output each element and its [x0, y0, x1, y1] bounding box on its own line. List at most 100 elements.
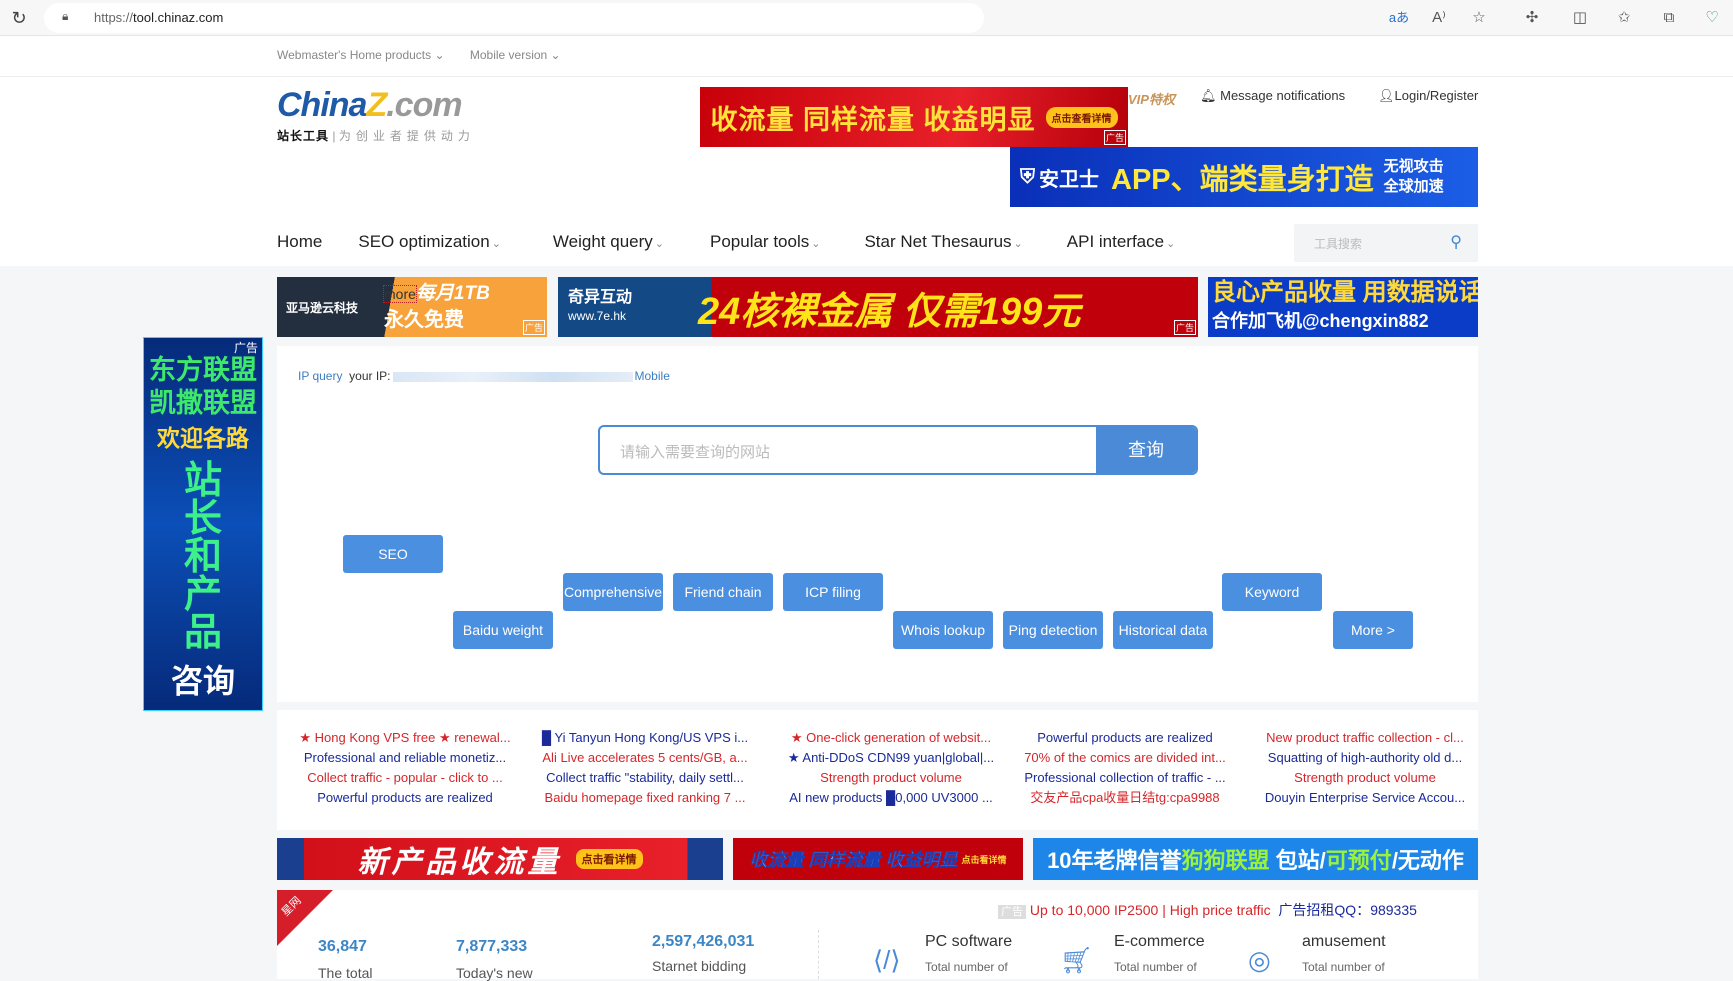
text-ad-link[interactable]: Collect traffic "stability, daily settl.… — [530, 768, 760, 788]
ad-banner-gougou[interactable]: 10年老牌信誉狗狗联盟 包站/可预付/无动作 — [1033, 838, 1478, 880]
tool-ping-detection-button[interactable]: Ping detection — [1003, 611, 1103, 649]
text-ad-link[interactable]: New product traffic collection - cl... — [1250, 728, 1480, 748]
ip-mobile: Mobile — [634, 369, 670, 383]
search-icon[interactable]: ⚲ — [1450, 232, 1462, 252]
text-ad-link[interactable]: Collect traffic - popular - click to ... — [290, 768, 520, 788]
tool-friend-chain-button[interactable]: Friend chain — [673, 573, 773, 611]
stat-today-new-value: 7,877,333 — [456, 938, 528, 955]
ad-side-vertical-text: 站长和产品 — [183, 460, 222, 654]
text-ad-link[interactable]: █ Yi Tanyun Hong Kong/US VPS i... — [530, 728, 760, 748]
nav-popular-tools[interactable]: Popular tools ⌄ — [710, 232, 820, 252]
ad-label: 广告 — [1173, 320, 1196, 335]
ad-anweishi-side: 无视攻击 全球加速 — [1384, 157, 1444, 197]
browser-health-icon[interactable]: ♡ — [1700, 6, 1724, 30]
reload-icon[interactable]: ↻ — [8, 7, 30, 29]
ad-qiyi-url: www.7e.hk — [568, 309, 627, 323]
site-query-input[interactable]: 请输入需要查询的网站 查询 — [598, 425, 1198, 475]
text-ads-column: ★ One-click generation of websit... ★ Ant… — [776, 728, 1006, 808]
nav-star-net-thesaurus[interactable]: Star Net Thesaurus ⌄ — [864, 232, 1022, 252]
address-bar[interactable]: 🔒︎ https://tool.chinaz.com — [44, 3, 984, 33]
ad-gougou-d: 可预付 — [1325, 848, 1392, 873]
collections-icon[interactable]: ⧉ — [1657, 6, 1681, 30]
ad-liangxin[interactable]: 良心产品收量 用数据说话 合作加飞机@chengxin882 — [1208, 277, 1478, 337]
favorite-star-icon[interactable]: ☆ — [1467, 6, 1491, 30]
text-ad-link[interactable]: Baidu homepage fixed ranking 7 ... — [530, 788, 760, 808]
category-pc-software[interactable]: PC software — [925, 933, 1012, 951]
extensions-icon[interactable]: ✣ — [1520, 6, 1544, 30]
stat-total-value: 36,847 — [318, 938, 367, 955]
text-ad-link[interactable]: Professional and reliable monetiz... — [290, 748, 520, 768]
text-ad-link[interactable]: 交友产品cpa收量日结tg:cpa9988 — [1010, 788, 1240, 808]
text-ad-link[interactable]: Powerful products are realized — [290, 788, 520, 808]
tool-search-input[interactable]: 工具搜索 ⚲ — [1294, 224, 1478, 262]
ad-banner-traffic[interactable]: 收流量 同样流量 收益明显 点击查看详情 广告 — [700, 87, 1128, 147]
ad-banner-traffic-2[interactable]: 收流量 同样流量 收益明显 点击看详情 — [733, 838, 1023, 880]
chevron-down-icon: ⌄ — [1013, 238, 1023, 250]
category-amusement[interactable]: amusement — [1302, 933, 1386, 951]
login-register[interactable]: 👤︎Login/Register — [1378, 88, 1478, 104]
ad-banner-new-product[interactable]: 新产品收流量 点击看详情 — [277, 838, 723, 880]
read-aloud-icon[interactable]: A⁾ — [1427, 6, 1451, 30]
stats-ad-line[interactable]: 广告 Up to 10,000 IP2500 | High price traf… — [998, 900, 1417, 920]
nav-seo-optimization[interactable]: SEO optimization ⌄ — [358, 232, 501, 252]
ip-address-redacted — [392, 371, 633, 382]
tool-seo-button[interactable]: SEO — [343, 535, 443, 573]
text-ad-link[interactable]: Strength product volume — [1250, 768, 1480, 788]
text-ad-link[interactable]: AI new products █0,000 UV3000 ... — [776, 788, 1006, 808]
ad-qiyi-hudong[interactable]: 奇异互动 www.7e.hk 24核裸金属 仅需199元 广告 — [558, 277, 1198, 337]
message-notifications[interactable]: 🔔︎ Message notifications — [1200, 88, 1345, 104]
tool-more-button[interactable]: More > — [1333, 611, 1413, 649]
mobile-version-menu[interactable]: Mobile version ⌄ — [470, 48, 561, 62]
tool-search-placeholder: 工具搜索 — [1314, 237, 1363, 251]
favorites-icon[interactable]: ✩ — [1612, 6, 1636, 30]
products-menu[interactable]: Webmaster's Home products ⌄ — [277, 48, 445, 62]
text-ad-link[interactable]: Professional collection of traffic - ... — [1010, 768, 1240, 788]
logo-z: Z — [366, 86, 387, 124]
ad-anweishi-text: APP、端类量身打造 — [1111, 164, 1374, 196]
ad-amazon-more[interactable]: more — [383, 285, 417, 303]
logo-sep: | — [329, 129, 339, 143]
text-ad-link[interactable]: Squatting of high-authority old d... — [1250, 748, 1480, 768]
ad-gougou-text: 10年老牌信誉狗狗联盟 包站/可预付/无动作 — [1047, 843, 1464, 875]
tool-baidu-weight-button[interactable]: Baidu weight — [453, 611, 553, 649]
text-ad-link[interactable]: 70% of the comics are divided int... — [1010, 748, 1240, 768]
tool-whois-lookup-button[interactable]: Whois lookup — [893, 611, 993, 649]
ad-side-vertical[interactable]: 东方联盟 凯撒联盟 欢迎各路 站长和产品 咨询 广告 — [143, 337, 263, 711]
nav-label: Star Net Thesaurus — [864, 232, 1012, 251]
divider — [0, 76, 1733, 77]
text-ad-link[interactable]: Ali Live accelerates 5 cents/GB, a... — [530, 748, 760, 768]
ad-banner-anweishi[interactable]: ⛨ 安卫士 APP、端类量身打造 无视攻击 全球加速 — [1010, 147, 1478, 207]
translate-icon[interactable]: aあ — [1387, 6, 1411, 30]
tool-comprehensive-button[interactable]: Comprehensive — [563, 573, 663, 611]
ad-liangxin-line1: 良心产品收量 用数据说话 — [1212, 279, 1478, 306]
vip-privilege-link[interactable]: VIP特权 — [1128, 89, 1175, 108]
text-ad-link[interactable]: ★ One-click generation of websit... — [776, 728, 1006, 748]
text-ad-link[interactable]: Powerful products are realized — [1010, 728, 1240, 748]
code-window-icon: ⟨/⟩ — [873, 945, 901, 975]
ad-amazon-cloud[interactable]: 亚马逊云科技 more每月1TB 永久免费 广告 — [277, 277, 547, 337]
text-ad-link[interactable]: ★ Anti-DDoS CDN99 yuan|global|... — [776, 748, 1006, 768]
tool-keyword-button[interactable]: Keyword — [1222, 573, 1322, 611]
query-button[interactable]: 查询 — [1096, 427, 1196, 473]
nav-weight-query[interactable]: Weight query ⌄ — [553, 232, 664, 252]
ad-qiyi-brand-block: 奇异互动 www.7e.hk — [568, 289, 632, 325]
category-ecommerce[interactable]: E-commerce — [1114, 933, 1205, 951]
split-screen-icon[interactable]: ◫ — [1568, 6, 1592, 30]
tool-icp-filing-button[interactable]: ICP filing — [783, 573, 883, 611]
text-ad-link[interactable]: ★ Hong Kong VPS free ★ renewal... — [290, 728, 520, 748]
ad-qiyi-brand: 奇异互动 — [568, 289, 633, 306]
ad-label: 广告 — [233, 341, 258, 355]
chinaz-logo[interactable]: ChinaZ.com 站长工具 | 为创业者提供动力 — [277, 86, 475, 144]
stats-ad-blue[interactable]: 广告招租QQ：989335 — [1278, 902, 1417, 918]
user-icon: 👤︎ — [1378, 88, 1395, 103]
logo-tagline: 为创业者提供动力 — [338, 129, 475, 143]
text-ad-link[interactable]: Douyin Enterprise Service Accou... — [1250, 788, 1480, 808]
logo-com: .com — [386, 86, 462, 124]
stats-ad-red[interactable]: Up to 10,000 IP2500 | High price traffic — [1030, 902, 1271, 918]
nav-home[interactable]: Home — [277, 232, 322, 252]
ip-query-link[interactable]: IP query — [298, 369, 342, 383]
ad-label: 广告 — [1103, 130, 1126, 145]
tool-historical-data-button[interactable]: Historical data — [1113, 611, 1213, 649]
text-ad-link[interactable]: Strength product volume — [776, 768, 1006, 788]
nav-api-interface[interactable]: API interface ⌄ — [1067, 232, 1176, 252]
